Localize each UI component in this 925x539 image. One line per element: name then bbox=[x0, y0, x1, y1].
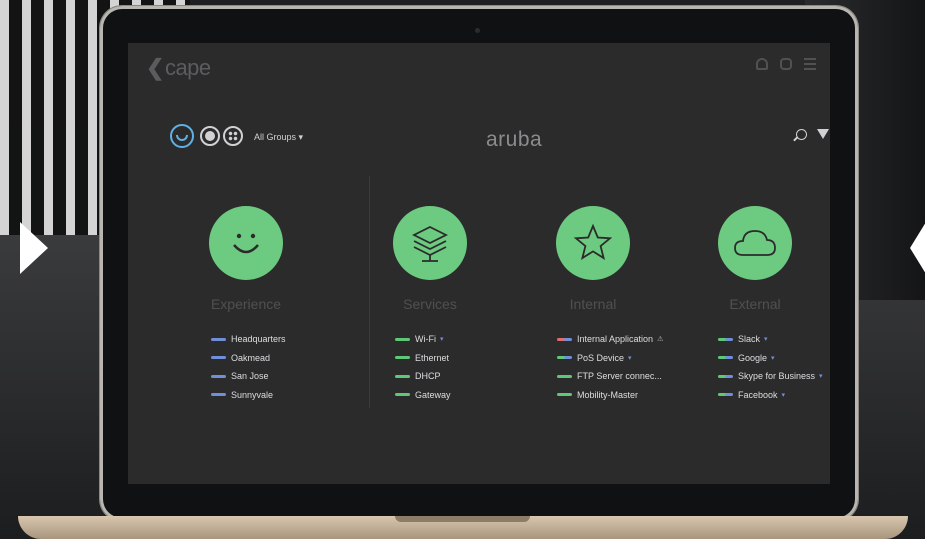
list-item[interactable]: Internal Application ⚠ bbox=[557, 330, 663, 349]
chevron-down-icon[interactable]: ▾ bbox=[771, 354, 775, 362]
experience-list: Headquarters Oakmead San Jose Sunnyvale bbox=[176, 330, 316, 404]
status-bar bbox=[211, 393, 226, 397]
status-bar bbox=[395, 393, 410, 397]
cloud-icon bbox=[734, 230, 776, 256]
item-label: Mobility-Master bbox=[577, 389, 639, 400]
status-bar bbox=[211, 337, 226, 341]
external-list: Slack ▾ Google ▾ Skype for Business ▾ Faceb… bbox=[685, 330, 825, 404]
back-chevron-icon: ❮ bbox=[146, 55, 164, 80]
item-label: Skype for Business bbox=[738, 371, 816, 382]
experience-view-button[interactable] bbox=[170, 124, 194, 148]
status-bar bbox=[395, 337, 410, 341]
category-experience: Experience Headquarters Oakmead San Jose… bbox=[176, 206, 316, 404]
services-circle[interactable] bbox=[393, 206, 467, 280]
status-bar bbox=[718, 356, 733, 360]
item-label: FTP Server connec... bbox=[577, 371, 662, 382]
category-title: External bbox=[729, 296, 781, 312]
list-item[interactable]: Facebook ▾ bbox=[718, 386, 825, 405]
chevron-down-icon[interactable]: ▾ bbox=[764, 335, 768, 343]
category-title: Services bbox=[403, 296, 457, 312]
item-label: Oakmead bbox=[231, 352, 271, 363]
filter-icon[interactable] bbox=[817, 129, 829, 139]
app-logo[interactable]: ❮cape bbox=[146, 55, 211, 81]
top-bar: ❮cape bbox=[128, 43, 830, 91]
status-bar bbox=[557, 356, 572, 360]
chevron-down-icon[interactable]: ▾ bbox=[628, 354, 632, 362]
list-item[interactable]: PoS Device ▾ bbox=[557, 349, 663, 368]
app-screen: ❮cape All Groups ▾ aruba Experience Head bbox=[128, 43, 830, 484]
search-icon[interactable] bbox=[796, 129, 807, 140]
item-label: Slack bbox=[738, 334, 761, 345]
list-item[interactable]: DHCP bbox=[395, 367, 500, 386]
smiley-icon bbox=[233, 233, 259, 254]
status-bar bbox=[718, 374, 733, 378]
category-title: Internal bbox=[569, 296, 617, 312]
status-bar bbox=[557, 393, 572, 397]
menu-icon[interactable] bbox=[804, 58, 816, 70]
list-item[interactable]: Gateway bbox=[395, 386, 500, 405]
item-label: Headquarters bbox=[231, 334, 286, 345]
list-item[interactable]: Mobility-Master bbox=[557, 386, 663, 405]
item-label: Facebook bbox=[738, 389, 778, 400]
list-item[interactable]: Sunnyvale bbox=[211, 386, 316, 405]
internal-circle[interactable] bbox=[556, 206, 630, 280]
list-item[interactable]: FTP Server connec... bbox=[557, 367, 663, 386]
category-internal: Internal Internal Application ⚠ PoS Devic… bbox=[523, 206, 663, 404]
chat-icon[interactable] bbox=[780, 58, 792, 70]
item-label: Wi-Fi bbox=[415, 334, 436, 345]
services-list: Wi-Fi ▾ Ethernet DHCP Gateway bbox=[360, 330, 500, 404]
item-label: Sunnyvale bbox=[231, 389, 274, 400]
status-bar bbox=[557, 337, 572, 341]
brand-logo: aruba bbox=[486, 128, 543, 151]
internal-list: Internal Application ⚠ PoS Device ▾ FTP Se… bbox=[523, 330, 663, 404]
item-label: Internal Application bbox=[577, 334, 654, 345]
item-label: San Jose bbox=[231, 371, 269, 382]
status-bar bbox=[718, 337, 733, 341]
category-external: External Slack ▾ Google ▾ Skype for Busine… bbox=[685, 206, 825, 404]
list-item[interactable]: Headquarters bbox=[211, 330, 316, 349]
grid-dots-icon bbox=[228, 131, 238, 141]
category-title: Experience bbox=[210, 296, 282, 312]
experience-circle[interactable] bbox=[209, 206, 283, 280]
layers-icon bbox=[411, 225, 449, 262]
chevron-down-icon[interactable]: ▾ bbox=[782, 391, 786, 399]
grid-view-button[interactable] bbox=[223, 126, 243, 146]
list-item[interactable]: Ethernet bbox=[395, 349, 500, 368]
notifications-bell-icon[interactable] bbox=[756, 58, 768, 70]
list-item[interactable]: Wi-Fi ▾ bbox=[395, 330, 500, 349]
globe-view-button[interactable] bbox=[200, 126, 220, 146]
list-item[interactable]: San Jose bbox=[211, 367, 316, 386]
status-bar bbox=[557, 374, 572, 378]
smiley-icon bbox=[176, 135, 188, 141]
item-label: Ethernet bbox=[415, 352, 450, 363]
laptop-notch bbox=[395, 516, 530, 522]
status-bar bbox=[395, 374, 410, 378]
item-label: Gateway bbox=[415, 389, 451, 400]
carousel-next-arrow[interactable] bbox=[910, 222, 925, 274]
list-item[interactable]: Oakmead bbox=[211, 349, 316, 368]
category-services: Services Wi-Fi ▾ Ethernet DHCP Gateway bbox=[360, 206, 500, 404]
item-label: Google bbox=[738, 352, 768, 363]
status-bar bbox=[211, 356, 226, 360]
list-item[interactable]: Skype for Business ▾ bbox=[718, 367, 825, 386]
status-bar bbox=[211, 374, 226, 378]
list-item[interactable]: Google ▾ bbox=[718, 349, 825, 368]
external-circle[interactable] bbox=[718, 206, 792, 280]
globe-icon bbox=[205, 131, 215, 141]
status-bar bbox=[395, 356, 410, 360]
group-selector[interactable]: All Groups ▾ bbox=[254, 132, 303, 143]
star-icon bbox=[573, 223, 613, 260]
chevron-down-icon[interactable]: ▾ bbox=[440, 335, 444, 343]
carousel-prev-arrow[interactable] bbox=[20, 222, 48, 274]
item-label: PoS Device bbox=[577, 352, 625, 363]
item-label: DHCP bbox=[415, 371, 441, 382]
app-logo-text: cape bbox=[164, 55, 211, 80]
top-icon-group bbox=[756, 58, 816, 70]
laptop-camera bbox=[475, 28, 480, 33]
chevron-down-icon[interactable]: ▾ bbox=[819, 372, 823, 380]
status-bar bbox=[718, 393, 733, 397]
warning-icon: ⚠ bbox=[657, 336, 664, 344]
list-item[interactable]: Slack ▾ bbox=[718, 330, 825, 349]
